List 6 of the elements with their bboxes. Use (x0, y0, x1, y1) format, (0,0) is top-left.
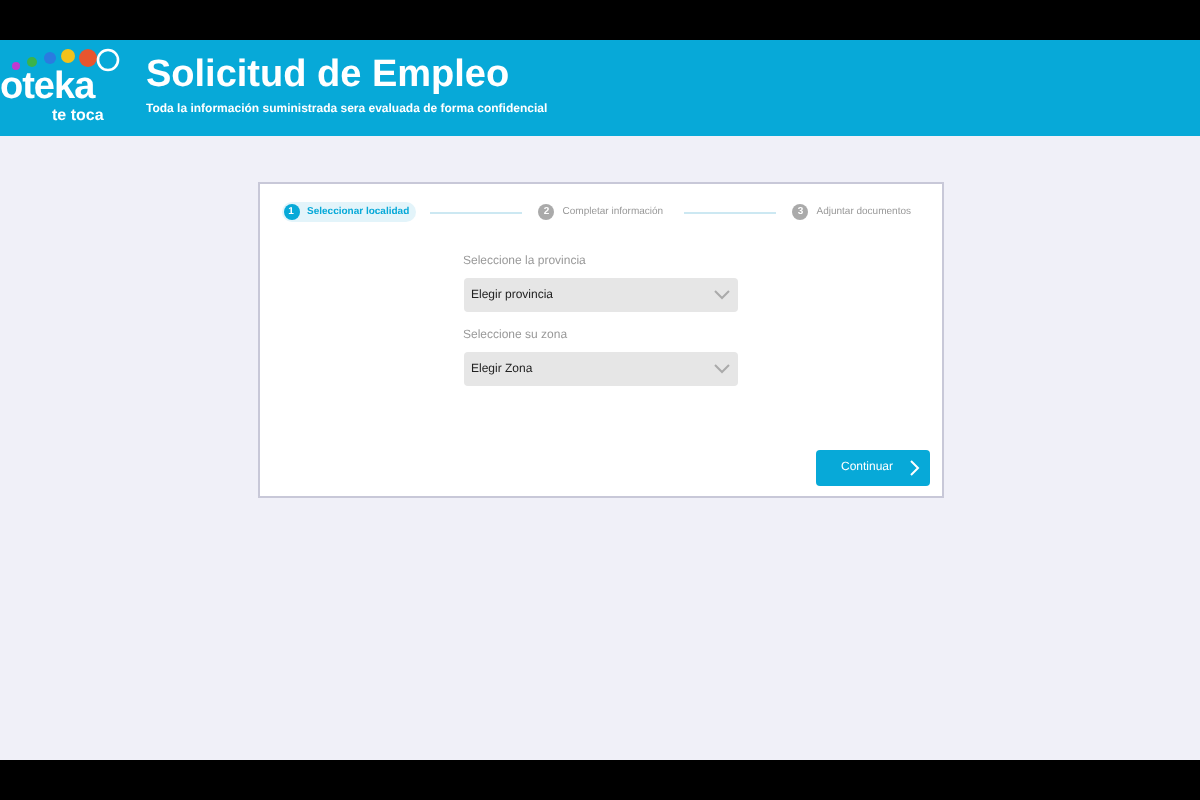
chevron-down-icon (713, 290, 729, 300)
chevron-down-icon (713, 364, 729, 374)
chevron-right-icon (909, 460, 919, 476)
page-title: Solicitud de Empleo (146, 53, 512, 97)
logo-tagline: te toca (52, 106, 104, 124)
logo-text: oteka (0, 66, 95, 109)
